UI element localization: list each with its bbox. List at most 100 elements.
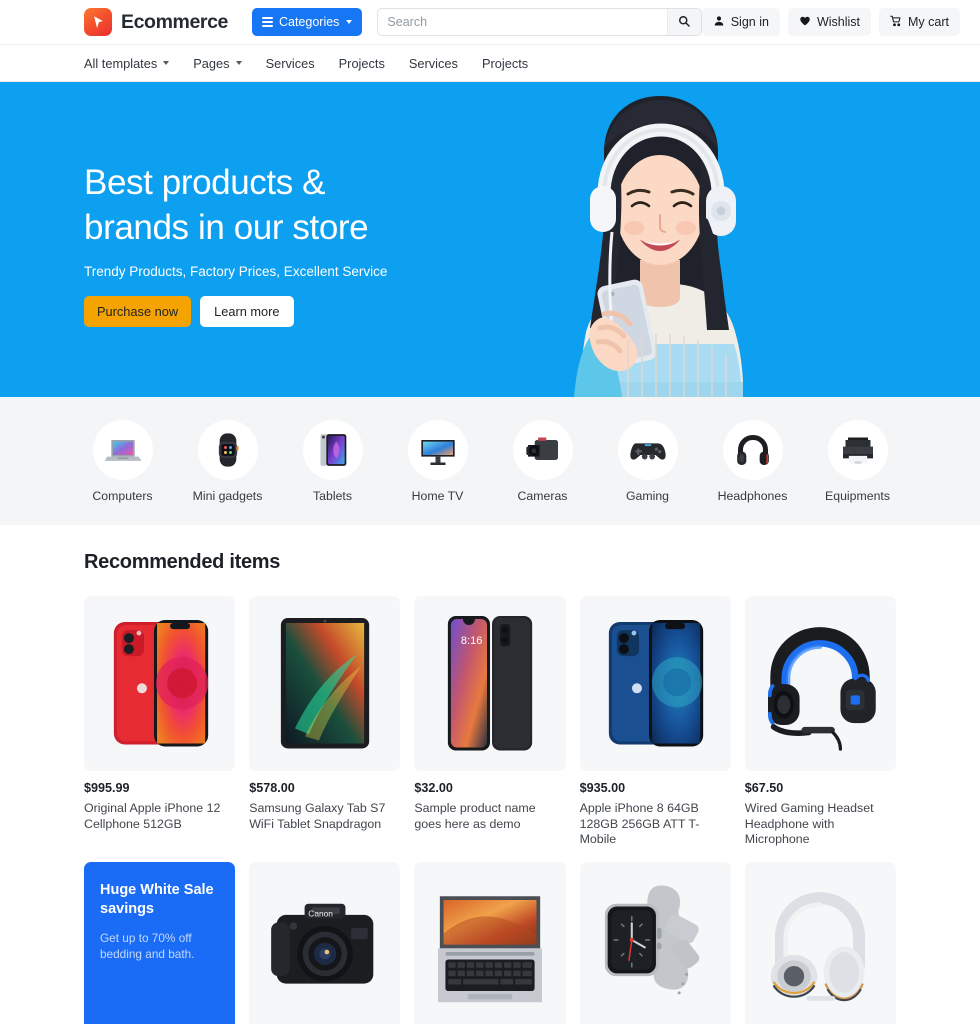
product-name: Wired Gaming Headset Headphone with Micr… bbox=[744, 801, 874, 846]
product-price: $67.50 bbox=[744, 781, 784, 795]
category-item-gaming[interactable]: Gaming bbox=[595, 419, 700, 503]
category-strip: Computers Mini gadgets Tablets Home TV C… bbox=[0, 397, 980, 525]
headphones-icon bbox=[722, 419, 783, 480]
product-image-canon-dslr-camera: Canon bbox=[249, 861, 401, 1024]
nav-label: Pages bbox=[193, 55, 230, 71]
laptop-icon bbox=[92, 419, 153, 480]
nav-item-services-1[interactable]: Services bbox=[254, 45, 327, 82]
category-item-cameras[interactable]: Cameras bbox=[490, 419, 595, 503]
product-card[interactable]: Canon $456.00 bbox=[249, 861, 401, 1024]
category-item-mini-gadgets[interactable]: Mini gadgets bbox=[175, 419, 280, 503]
hero-title: Best products & brands in our store bbox=[84, 160, 387, 250]
chevron-down-icon bbox=[235, 61, 242, 65]
nav-label: Projects bbox=[481, 55, 529, 71]
hamburger-icon bbox=[261, 17, 273, 27]
category-item-headphones[interactable]: Headphones bbox=[700, 419, 805, 503]
smartwatch-icon bbox=[197, 419, 258, 480]
category-item-home-tv[interactable]: Home TV bbox=[385, 419, 490, 503]
sign-in-button[interactable]: Sign in bbox=[701, 8, 780, 36]
product-image-grey-smartwatch bbox=[579, 861, 731, 1024]
nav-label: All templates bbox=[84, 55, 158, 71]
section-title: Recommended items bbox=[84, 551, 281, 573]
promo-subtitle: Get up to 70% off bedding and bath. bbox=[100, 930, 195, 961]
heart-icon bbox=[799, 15, 811, 30]
category-label: Cameras bbox=[517, 488, 568, 503]
product-grid-row-2: Huge White Sale savings Get up to 70% of… bbox=[84, 861, 896, 1024]
product-name: Samsung Galaxy Tab S7 WiFi Tablet Snapdr… bbox=[249, 801, 386, 831]
sign-in-label: Sign in bbox=[730, 15, 769, 29]
top-header: Ecommerce Categories Sign in Wishl bbox=[0, 0, 980, 45]
search-input[interactable] bbox=[378, 9, 667, 35]
tablet-icon bbox=[302, 419, 363, 480]
cart-icon bbox=[890, 15, 902, 30]
category-label: Headphones bbox=[717, 488, 788, 503]
brand-logo-group[interactable]: Ecommerce bbox=[84, 8, 228, 36]
svg-text:Canon: Canon bbox=[308, 908, 333, 918]
product-price: $578.00 bbox=[249, 781, 295, 795]
hero-subtitle: Trendy Products, Factory Prices, Excelle… bbox=[84, 264, 388, 279]
nav-item-pages[interactable]: Pages bbox=[181, 45, 253, 82]
learn-more-button[interactable]: Learn more bbox=[200, 296, 294, 327]
product-card[interactable]: $289.00 bbox=[414, 861, 566, 1024]
nav-item-projects-2[interactable]: Projects bbox=[470, 45, 540, 82]
product-image-dark-smartphone: 8:16 bbox=[414, 596, 566, 771]
product-card[interactable]: $995.99 Original Apple iPhone 12 Cellpho… bbox=[84, 596, 236, 848]
product-price: $995.99 bbox=[84, 781, 130, 795]
nav-item-services-2[interactable]: Services bbox=[397, 45, 470, 82]
product-price: $935.00 bbox=[579, 781, 626, 795]
nav-item-all-templates[interactable]: All templates bbox=[84, 45, 181, 82]
nav-item-projects-1[interactable]: Projects bbox=[327, 45, 397, 82]
product-image-silver-laptop bbox=[414, 861, 566, 1024]
category-label: Equipments bbox=[825, 488, 890, 503]
category-item-equipments[interactable]: Equipments bbox=[805, 419, 910, 503]
category-label: Computers bbox=[92, 488, 153, 503]
search-icon bbox=[678, 15, 690, 30]
hero-title-line-1: Best products & bbox=[84, 163, 326, 202]
product-image-red-iphone-12 bbox=[84, 596, 236, 771]
hero-title-line-2: brands in our store bbox=[84, 208, 369, 247]
hero-copy: Best products & brands in our store Tren… bbox=[84, 160, 387, 327]
product-image-blue-iphone bbox=[579, 596, 731, 771]
promo-card[interactable]: Huge White Sale savings Get up to 70% of… bbox=[84, 861, 236, 1024]
main-navigation: All templates Pages Services Projects Se… bbox=[0, 45, 980, 82]
hero-buttons: Purchase now Learn more bbox=[84, 296, 387, 327]
nav-label: Services bbox=[408, 55, 458, 71]
product-name: Original Apple iPhone 12 Cellphone 512GB bbox=[84, 801, 221, 831]
categories-button-label: Categories bbox=[278, 15, 340, 29]
purchase-now-button[interactable]: Purchase now bbox=[84, 296, 192, 327]
wishlist-button[interactable]: Wishlist bbox=[787, 8, 872, 36]
product-name: Sample product name goes here as demo bbox=[414, 801, 536, 831]
category-item-computers[interactable]: Computers bbox=[70, 419, 175, 503]
recommended-section: Recommended items $995.99 Original Apple… bbox=[0, 525, 980, 1024]
product-card[interactable]: $9.95 bbox=[744, 861, 896, 1024]
categories-button[interactable]: Categories bbox=[251, 8, 363, 36]
chevron-down-icon bbox=[346, 20, 353, 24]
category-label: Tablets bbox=[313, 488, 352, 503]
product-card[interactable]: $935.00 Apple iPhone 8 64GB 128GB 256GB … bbox=[579, 596, 731, 848]
product-grid-row-1: $995.99 Original Apple iPhone 12 Cellpho… bbox=[84, 596, 896, 848]
my-cart-label: My cart bbox=[908, 15, 949, 29]
product-price: $32.00 bbox=[414, 781, 453, 795]
cursor-arrow-icon bbox=[84, 8, 112, 36]
my-cart-button[interactable]: My cart bbox=[879, 8, 960, 36]
camera-icon bbox=[512, 419, 573, 480]
hero-banner: Best products & brands in our store Tren… bbox=[0, 82, 980, 397]
product-name: Apple iPhone 8 64GB 128GB 256GB ATT T-Mo… bbox=[579, 801, 700, 846]
category-label: Gaming bbox=[625, 488, 670, 503]
promo-title: Huge White Sale savings bbox=[100, 881, 214, 917]
product-image-blue-gaming-headset bbox=[744, 596, 896, 771]
user-icon bbox=[713, 15, 725, 30]
chevron-down-icon bbox=[163, 61, 170, 65]
product-image-black-tablet bbox=[249, 596, 401, 771]
search-button[interactable] bbox=[666, 9, 701, 35]
product-card[interactable]: $32.00 bbox=[579, 861, 731, 1024]
monitor-icon bbox=[407, 419, 468, 480]
product-card[interactable]: $578.00 Samsung Galaxy Tab S7 WiFi Table… bbox=[249, 596, 401, 848]
product-card[interactable]: 8:16 $32.00 Sample product name goes her… bbox=[414, 596, 566, 848]
category-label: Home TV bbox=[411, 488, 464, 503]
product-card[interactable]: $67.50 Wired Gaming Headset Headphone wi… bbox=[744, 596, 896, 848]
product-image-white-headphones bbox=[744, 861, 896, 1024]
hero-image bbox=[508, 82, 808, 397]
search-bar bbox=[377, 8, 702, 36]
category-item-tablets[interactable]: Tablets bbox=[280, 419, 385, 503]
